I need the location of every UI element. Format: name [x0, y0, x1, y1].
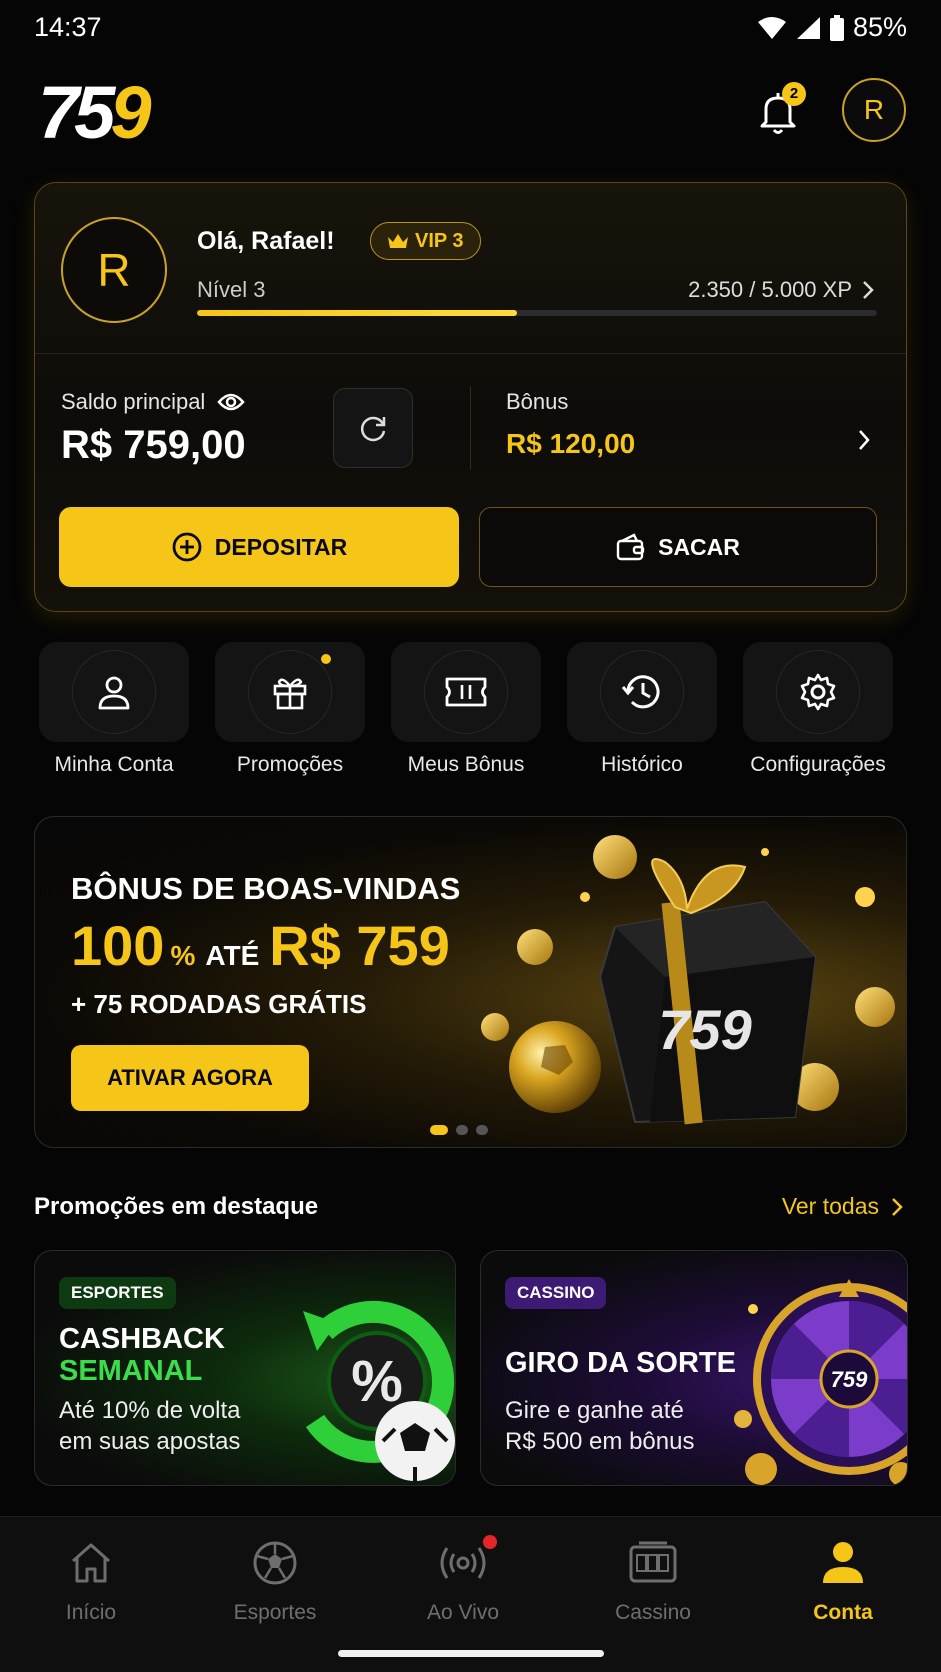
- bonus-chevron-right-icon[interactable]: [857, 429, 871, 451]
- home-indicator[interactable]: [338, 1650, 604, 1657]
- balance-value: R$ 759,00: [61, 423, 246, 467]
- withdraw-button[interactable]: SACAR: [479, 507, 877, 587]
- banner-title: BÔNUS DE BOAS-VINDAS: [71, 871, 461, 906]
- gear-icon: [800, 673, 836, 711]
- nav-home[interactable]: Início: [11, 1535, 171, 1625]
- history-icon: [621, 675, 660, 709]
- promo-description: em suas apostas: [59, 1428, 241, 1455]
- refresh-icon: [360, 416, 386, 442]
- brand-logo[interactable]: 759: [38, 76, 151, 150]
- bottom-navigation: Início Esportes Ao Vivo Cassino Conta: [0, 1516, 941, 1672]
- plus-circle-icon: [172, 532, 202, 562]
- bonus-label: Bônus: [506, 389, 569, 414]
- gift-box-logo: 759: [658, 998, 751, 1061]
- vip-badge[interactable]: VIP 3: [370, 222, 481, 260]
- quick-action-label: Minha Conta: [54, 753, 174, 776]
- battery-icon: [829, 14, 844, 41]
- new-promo-dot: [321, 654, 331, 664]
- banner-subtitle: + 75 RODADAS GRÁTIS: [71, 989, 367, 1019]
- profile-avatar-button[interactable]: R: [842, 78, 906, 142]
- promo-card-lucky-spin[interactable]: 759 CASSINO GIRO DA SORTE Gire e ganhe a…: [480, 1250, 908, 1486]
- ticket-icon: [445, 677, 487, 707]
- wheel-logo: 759: [831, 1367, 868, 1392]
- soccer-ball-icon: [253, 1541, 297, 1585]
- status-icons: 85%: [757, 12, 907, 43]
- chevron-right-icon: [892, 1197, 903, 1216]
- prize-wheel-illustration: 759: [734, 1279, 907, 1485]
- welcome-bonus-banner[interactable]: 759 BÔNUS DE BOAS-VINDAS 100% ATÉ R$ 759…: [34, 816, 907, 1148]
- slot-machine-icon: [629, 1541, 677, 1583]
- promo-title: GIRO DA SORTE: [505, 1347, 736, 1379]
- status-time: 14:37: [34, 12, 102, 42]
- banner-offer: 100% ATÉ R$ 759: [71, 914, 450, 977]
- promo-title: CASHBACK: [59, 1323, 225, 1355]
- card-divider: [35, 353, 906, 354]
- quick-action-promotions[interactable]: [215, 642, 365, 742]
- live-icon: [440, 1547, 486, 1579]
- promo-tag: CASSINO: [505, 1277, 607, 1309]
- greeting: Olá, Rafael!: [197, 227, 335, 255]
- see-all-link[interactable]: Ver todas: [782, 1193, 903, 1220]
- promo-card-cashback[interactable]: % ESPORTES CASHBACK SEMANAL Até 10% de v…: [34, 1250, 456, 1486]
- quick-action-label: Promoções: [236, 753, 344, 776]
- carousel-dot-active[interactable]: [430, 1125, 448, 1135]
- bonus-value: R$ 120,00: [506, 428, 636, 459]
- balance-label: Saldo principal: [61, 389, 245, 415]
- gift-box-illustration: 759: [481, 835, 895, 1125]
- svg-text:%: %: [351, 1349, 403, 1414]
- nav-live[interactable]: Ao Vivo: [383, 1535, 543, 1625]
- user-icon: [823, 1542, 863, 1583]
- notifications-button[interactable]: 2: [752, 82, 806, 138]
- carousel-dot[interactable]: [476, 1125, 488, 1135]
- level-label: Nível 3: [197, 277, 266, 302]
- quick-action-label: Meus Bônus: [407, 753, 525, 776]
- eye-icon[interactable]: [217, 392, 245, 412]
- carousel-dot[interactable]: [456, 1125, 468, 1135]
- wifi-icon: [757, 16, 786, 39]
- status-bar: 14:37 85%: [0, 0, 941, 58]
- activate-now-button[interactable]: ATIVAR AGORA: [71, 1045, 309, 1111]
- signal-icon: [796, 16, 820, 39]
- promo-description: R$ 500 em bônus: [505, 1428, 695, 1455]
- featured-promotions-title: Promoções em destaque: [34, 1193, 319, 1220]
- gift-icon: [273, 678, 307, 710]
- account-card: R Olá, Rafael! VIP 3 Nível 3 2.350 / 5.0…: [34, 182, 907, 612]
- quick-action-label: Histórico: [601, 753, 683, 776]
- deposit-button[interactable]: DEPOSITAR: [59, 507, 459, 587]
- quick-action-my-bonus[interactable]: [391, 642, 541, 742]
- promo-title-highlight: SEMANAL: [59, 1355, 203, 1387]
- wallet-icon: [616, 533, 645, 561]
- carousel-dots[interactable]: [430, 1125, 488, 1135]
- crown-icon: [388, 234, 408, 248]
- chevron-right-icon: [863, 281, 874, 299]
- promo-tag: ESPORTES: [59, 1277, 176, 1309]
- account-avatar: R: [61, 217, 167, 323]
- xp-link[interactable]: 2.350 / 5.000 XP: [688, 277, 874, 303]
- balance-divider: [470, 386, 471, 470]
- cashback-illustration: %: [303, 1300, 455, 1481]
- home-icon: [72, 1543, 110, 1583]
- nav-account[interactable]: Conta: [763, 1535, 923, 1625]
- quick-action-history[interactable]: [567, 642, 717, 742]
- nav-casino[interactable]: Cassino: [573, 1535, 733, 1625]
- xp-progress-bar: [197, 310, 877, 316]
- battery-percent: 85%: [852, 12, 907, 42]
- promo-description: Gire e ganhe até: [505, 1397, 684, 1424]
- user-icon: [98, 676, 130, 710]
- quick-action-settings[interactable]: [743, 642, 893, 742]
- xp-text: 2.350 / 5.000 XP: [688, 277, 852, 302]
- notification-badge: 2: [782, 82, 806, 106]
- promo-description: Até 10% de volta: [59, 1397, 241, 1424]
- live-indicator-dot: [483, 1535, 497, 1549]
- refresh-balance-button[interactable]: [333, 388, 413, 468]
- quick-action-my-account[interactable]: [39, 642, 189, 742]
- top-bar: 759 2 R: [0, 70, 941, 154]
- quick-action-label: Configurações: [750, 753, 886, 776]
- xp-progress-fill: [197, 310, 517, 316]
- nav-sports[interactable]: Esportes: [195, 1535, 355, 1625]
